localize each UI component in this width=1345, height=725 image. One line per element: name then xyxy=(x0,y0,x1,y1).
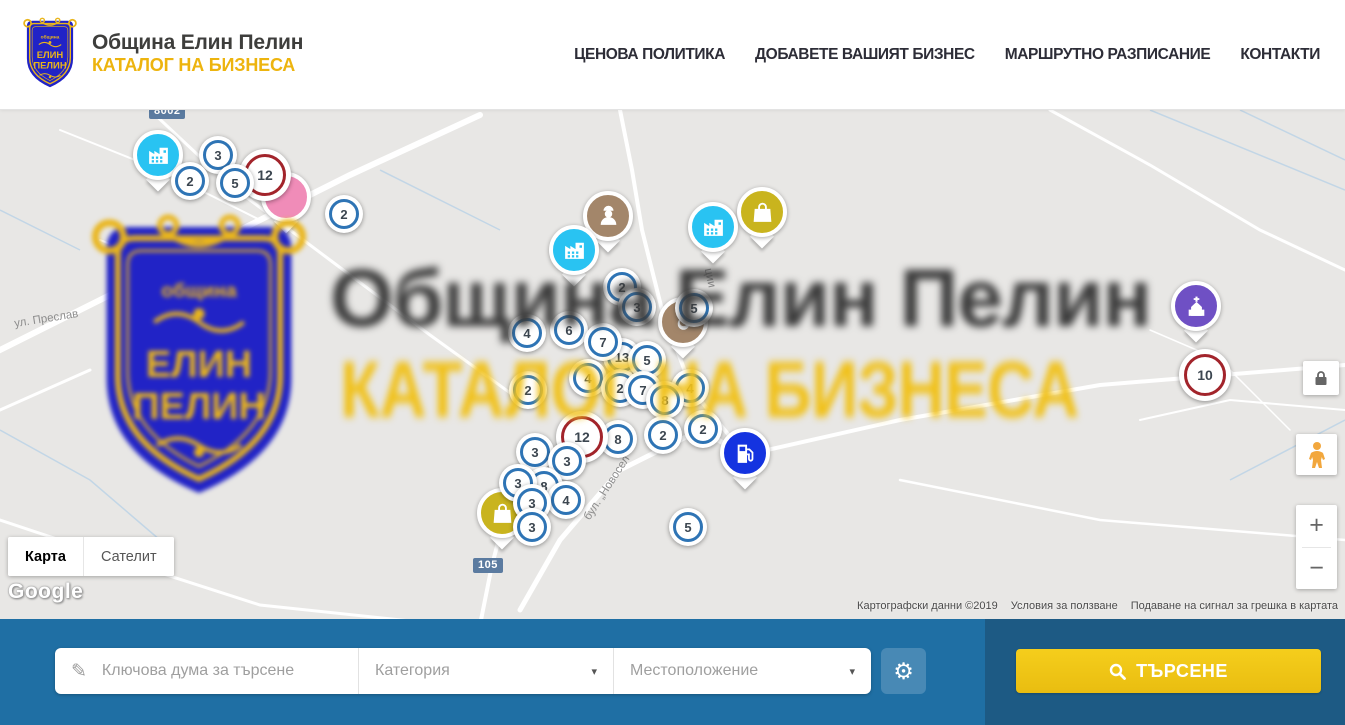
cluster-marker[interactable]: 7 xyxy=(584,323,622,361)
search-button-label: ТЪРСЕНЕ xyxy=(1136,661,1228,682)
map-type-control: Карта Сателит xyxy=(8,537,174,576)
search-button[interactable]: ТЪРСЕНЕ xyxy=(1016,649,1321,693)
page: Община Елин Пелин КАТАЛОГ НА БИЗНЕСА ЦЕН… xyxy=(0,0,1345,725)
keyword-search-input[interactable] xyxy=(100,661,348,681)
site-logo[interactable]: Община Елин Пелин КАТАЛОГ НА БИЗНЕСА xyxy=(22,17,303,91)
pegman-icon xyxy=(1307,441,1327,469)
cluster-marker[interactable]: 2 xyxy=(325,195,363,233)
search-bar: ✎ Категория ▾ Местоположение ▾ ⚙ ТЪРСЕНЕ xyxy=(0,619,1345,725)
main-nav: ЦЕНОВА ПОЛИТИКА ДОБАВЕТЕ ВАШИЯТ БИЗНЕС М… xyxy=(574,0,1320,110)
advanced-settings-button[interactable]: ⚙ xyxy=(881,648,926,694)
chevron-down-icon: ▾ xyxy=(849,665,855,678)
cluster-marker[interactable]: 6 xyxy=(550,311,588,349)
cluster-marker[interactable]: 2 xyxy=(171,162,209,200)
factory-pin[interactable] xyxy=(549,225,599,275)
search-box: ✎ Категория ▾ Местоположение ▾ xyxy=(55,648,871,694)
cluster-marker[interactable]: 4 xyxy=(508,314,546,352)
cluster-marker[interactable]: 10 xyxy=(1179,349,1231,401)
search-icon xyxy=(1109,663,1126,680)
cluster-marker[interactable]: 8 xyxy=(646,381,684,419)
location-placeholder: Местоположение xyxy=(630,662,758,680)
lock-button[interactable] xyxy=(1303,361,1339,395)
category-dropdown[interactable]: Категория ▾ xyxy=(359,648,613,694)
pencil-icon: ✎ xyxy=(71,660,87,683)
zoom-in-button[interactable]: + xyxy=(1296,505,1337,547)
cluster-marker[interactable]: 2 xyxy=(684,410,722,448)
site-title: Община Елин Пелин xyxy=(92,31,303,55)
map-canvas[interactable]: 8002105ул. Преславбул. „Новоселции 12325… xyxy=(0,110,1345,619)
nav-route-schedule[interactable]: МАРШРУТНО РАЗПИСАНИЕ xyxy=(1005,46,1211,64)
cluster-marker[interactable]: 3 xyxy=(513,508,551,546)
cluster-marker[interactable]: 2 xyxy=(509,371,547,409)
cluster-marker[interactable]: 2 xyxy=(644,416,682,454)
factory-pin[interactable] xyxy=(688,202,738,252)
cluster-marker[interactable]: 5 xyxy=(675,289,713,327)
cluster-marker[interactable]: 3 xyxy=(618,288,656,326)
site-subtitle: КАТАЛОГ НА БИЗНЕСА xyxy=(92,55,303,77)
map-type-map-button[interactable]: Карта xyxy=(8,537,83,576)
map-attribution: Картографски данни ©2019 Условия за полз… xyxy=(857,600,1338,612)
category-placeholder: Категория xyxy=(375,662,450,680)
zoom-out-button[interactable]: − xyxy=(1296,548,1337,590)
nav-pricing-policy[interactable]: ЦЕНОВА ПОЛИТИКА xyxy=(574,46,725,64)
municipality-crest-icon xyxy=(22,17,78,91)
church-pin[interactable] xyxy=(1171,281,1221,331)
keyword-section: ✎ xyxy=(55,648,358,694)
cluster-marker[interactable]: 5 xyxy=(216,164,254,202)
attribution-report-link[interactable]: Подаване на сигнал за грешка в картата xyxy=(1131,600,1338,612)
lock-icon xyxy=(1314,370,1328,386)
gear-icon: ⚙ xyxy=(893,658,914,685)
nav-add-business[interactable]: ДОБАВЕТЕ ВАШИЯТ БИЗНЕС xyxy=(755,46,975,64)
cluster-marker[interactable]: 5 xyxy=(669,508,707,546)
nav-contacts[interactable]: КОНТАКТИ xyxy=(1240,46,1320,64)
google-logo[interactable]: Google xyxy=(8,580,83,604)
markers-layer: 123252235134675422748228123383433510 xyxy=(0,110,1345,619)
fuel-pin[interactable] xyxy=(720,428,770,478)
zoom-control: + − xyxy=(1296,505,1337,589)
chevron-down-icon: ▾ xyxy=(591,665,597,678)
attribution-terms-link[interactable]: Условия за ползване xyxy=(1011,600,1118,612)
attribution-map-data: Картографски данни ©2019 xyxy=(857,600,998,612)
header: Община Елин Пелин КАТАЛОГ НА БИЗНЕСА ЦЕН… xyxy=(0,0,1345,110)
location-dropdown[interactable]: Местоположение ▾ xyxy=(614,648,871,694)
pegman-button[interactable] xyxy=(1296,434,1337,475)
shopping-bag-pin[interactable] xyxy=(737,187,787,237)
cluster-marker[interactable]: 4 xyxy=(547,481,585,519)
map-type-satellite-button[interactable]: Сателит xyxy=(83,537,174,576)
